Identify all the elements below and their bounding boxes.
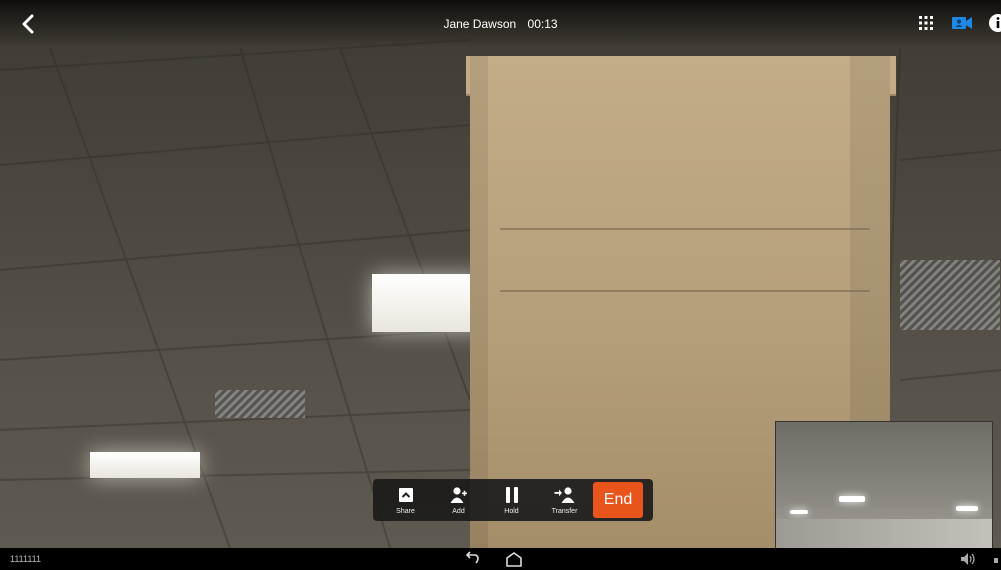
self-view-light xyxy=(956,506,978,511)
air-vent xyxy=(900,260,1000,330)
contact-name: Jane Dawson xyxy=(443,17,517,31)
info-button[interactable] xyxy=(987,12,1001,34)
pillar-seam xyxy=(500,228,870,230)
video-toggle-button[interactable] xyxy=(951,12,973,34)
air-vent xyxy=(215,390,305,418)
pillar-seam xyxy=(500,290,870,292)
self-view-wall xyxy=(776,519,992,549)
status-icon xyxy=(994,558,998,563)
ceiling-light xyxy=(90,452,200,478)
share-icon xyxy=(398,488,413,502)
video-camera-icon xyxy=(952,17,972,29)
call-duration: 00:13 xyxy=(527,17,558,31)
dialpad-button[interactable] xyxy=(915,12,937,34)
hold-label: Hold xyxy=(504,508,519,515)
share-label: Share xyxy=(396,508,415,515)
transfer-button[interactable]: Transfer xyxy=(538,479,591,521)
hold-button[interactable]: Hold xyxy=(485,479,538,521)
transfer-label: Transfer xyxy=(551,508,578,515)
share-button[interactable]: Share xyxy=(379,479,432,521)
transfer-icon xyxy=(554,487,574,503)
add-person-icon xyxy=(450,487,467,503)
self-view-preview[interactable] xyxy=(775,421,993,550)
call-controls: Share Add Hold Transfer End xyxy=(373,479,653,521)
add-participant-button[interactable]: Add xyxy=(432,479,485,521)
volume-icon[interactable] xyxy=(960,552,976,566)
nav-back-icon[interactable] xyxy=(462,550,484,568)
device-id: 1111111 xyxy=(10,554,42,564)
dialpad-icon xyxy=(919,16,933,30)
nav-home-icon[interactable] xyxy=(503,550,525,568)
self-view-light xyxy=(839,496,865,502)
call-status: Jane Dawson 00:13 xyxy=(0,17,1001,31)
add-label: Add xyxy=(452,508,465,515)
ceiling-light xyxy=(372,274,484,332)
call-header: Jane Dawson 00:13 xyxy=(0,0,1001,48)
system-navigation-bar: 1111111 xyxy=(0,548,1001,570)
top-actions xyxy=(915,12,1001,34)
pause-icon xyxy=(505,487,518,503)
end-call-button[interactable]: End xyxy=(593,482,643,518)
info-icon xyxy=(989,14,1001,32)
self-view-light xyxy=(790,510,808,514)
